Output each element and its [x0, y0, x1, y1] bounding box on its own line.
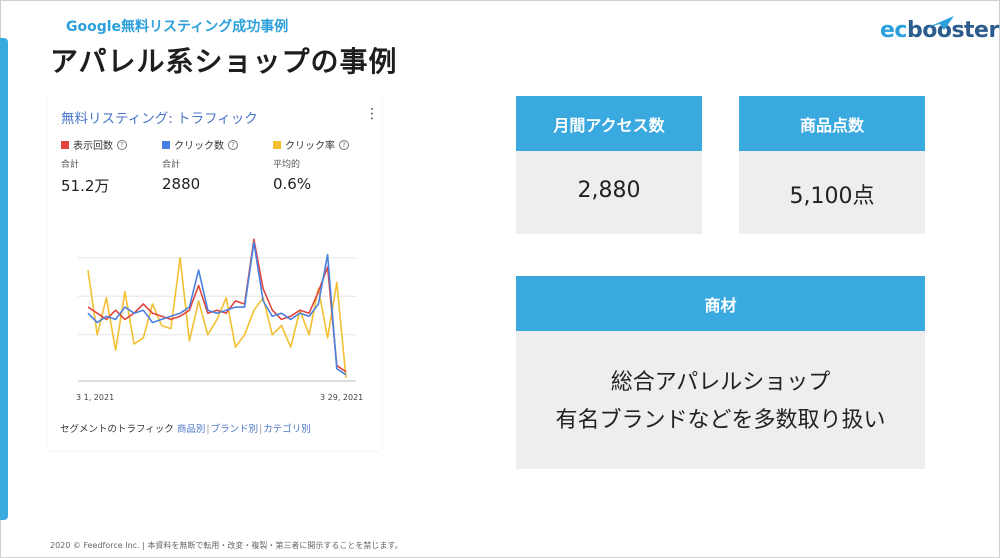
traffic-card: 無料リスティング: トラフィック ⋮ 表示回数 ? クリック数 ? クリック率 …	[50, 95, 380, 445]
segment-link-brands[interactable]: ブランド別	[211, 424, 259, 435]
plane-icon	[926, 16, 954, 30]
legend-label: クリック数	[174, 141, 224, 152]
footer-copyright: 2020 © Feedforce Inc. | 本資料を無断で転用・改変・複製・…	[50, 541, 403, 550]
segment-links: セグメントのトラフィック 商品別|ブランド別|カテゴリ別	[60, 424, 311, 435]
metric-caption: 平均的	[273, 160, 301, 170]
legend-ctr[interactable]: クリック率 ?	[273, 137, 349, 152]
metric-caption: 合計	[162, 160, 181, 170]
monthly-access-label: 月間アクセス数	[516, 96, 702, 151]
merch-box: 商材 総合アパレルショップ 有名ブランドなどを多数取り扱い	[516, 276, 925, 469]
metric-clicks: 2880	[162, 175, 201, 193]
ecbooster-logo: ecbooster	[880, 12, 999, 44]
more-menu-icon[interactable]: ⋮	[365, 107, 379, 121]
merch-line-2: 有名ブランドなどを多数取り扱い	[555, 408, 886, 433]
segment-link-categories[interactable]: カテゴリ別	[263, 424, 311, 435]
product-count-value: 5,100点	[789, 184, 875, 209]
legend-label: 表示回数	[73, 141, 113, 152]
monthly-access-box: 月間アクセス数 2,880	[516, 96, 702, 234]
slide-subtitle: Google無料リスティング成功事例	[66, 19, 289, 35]
legend-swatch	[273, 140, 281, 149]
legend-clicks[interactable]: クリック数 ?	[162, 137, 238, 152]
metric-impressions: 51.2万	[61, 177, 110, 195]
legend-impressions[interactable]: 表示回数 ?	[61, 137, 127, 152]
product-count-box: 商品点数 5,100点	[739, 96, 925, 234]
traffic-line-chart	[78, 238, 356, 382]
legend-swatch	[61, 140, 69, 149]
help-icon[interactable]: ?	[117, 139, 127, 150]
x-tick-start: 3 1, 2021	[76, 393, 115, 402]
segment-label: セグメントのトラフィック	[60, 424, 174, 435]
metric-caption: 合計	[61, 160, 80, 170]
help-icon[interactable]: ?	[339, 139, 349, 150]
merch-label: 商材	[516, 276, 925, 331]
logo-prefix: ec	[880, 18, 907, 43]
x-tick-end: 3 29, 2021	[320, 393, 364, 402]
legend-label: クリック率	[285, 141, 335, 152]
series-line-clicks	[87, 241, 347, 376]
left-accent-bar	[0, 38, 8, 520]
monthly-access-value: 2,880	[577, 178, 641, 203]
help-icon[interactable]: ?	[228, 139, 238, 150]
segment-link-products[interactable]: 商品別	[177, 424, 206, 435]
card-title: 無料リスティング: トラフィック	[61, 111, 258, 127]
merch-line-1: 総合アパレルショップ	[610, 370, 831, 395]
product-count-label: 商品点数	[739, 96, 925, 151]
legend-swatch	[162, 140, 170, 149]
slide-title: アパレル系ショップの事例	[50, 45, 398, 78]
metric-ctr: 0.6%	[273, 175, 312, 193]
